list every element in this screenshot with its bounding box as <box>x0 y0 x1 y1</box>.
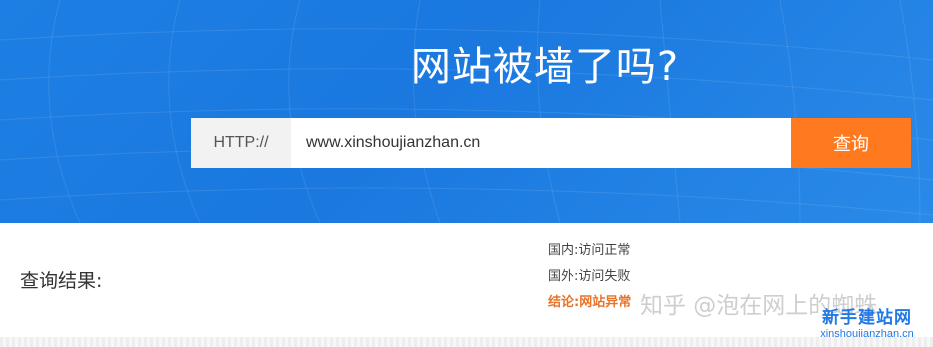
bottom-divider <box>0 337 933 347</box>
page-title: 网站被墙了吗? <box>410 44 680 90</box>
search-bar: HTTP:// 查询 <box>191 118 911 168</box>
result-foreign: 国外:访问失败 <box>548 269 631 284</box>
hero-banner: 网站被墙了吗? HTTP:// 查询 <box>0 0 933 223</box>
protocol-label: HTTP:// <box>191 118 291 168</box>
url-input[interactable] <box>291 118 791 168</box>
result-conclusion: 结论:网站异常 <box>548 295 632 310</box>
result-label: 查询结果: <box>20 270 103 292</box>
result-list: 国内:访问正常 国外:访问失败 结论:网站异常 <box>548 242 631 320</box>
query-button[interactable]: 查询 <box>791 118 911 168</box>
site-logo-name: 新手建站网 <box>822 308 912 328</box>
site-logo: 新手建站网 xinshoujianzhan.cn <box>812 303 922 340</box>
result-domestic: 国内:访问正常 <box>548 243 631 258</box>
